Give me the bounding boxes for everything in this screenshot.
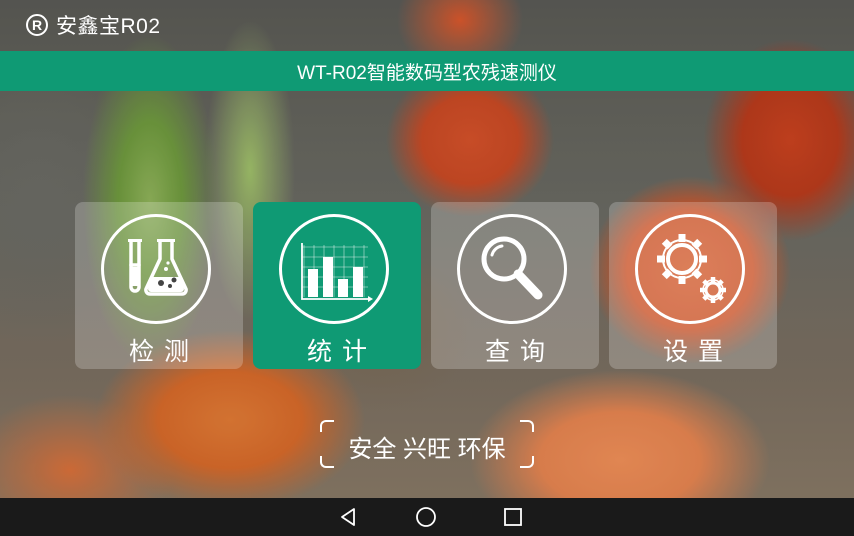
recents-icon[interactable] <box>498 503 528 531</box>
slogan-text: 安全 兴旺 环保 <box>348 436 506 463</box>
registered-icon: R <box>26 14 48 36</box>
menu-label: 设置 <box>662 338 733 366</box>
slogan: 安全 兴旺 环保 <box>320 420 534 468</box>
menu-label: 检测 <box>128 338 199 366</box>
home-icon[interactable] <box>411 503 441 531</box>
menu-tile-settings[interactable]: 设置 <box>609 202 777 369</box>
bar-chart-icon <box>279 214 389 324</box>
magnifier-icon <box>457 214 567 324</box>
test-tube-flask-icon <box>101 214 211 324</box>
back-icon[interactable] <box>333 503 363 531</box>
menu-tile-query[interactable]: 查询 <box>431 202 599 369</box>
menu-label: 统计 <box>306 338 377 366</box>
brand-name: 安鑫宝R02 <box>56 15 161 38</box>
menu-tile-statistics[interactable]: 统计 <box>253 202 421 369</box>
gears-icon <box>635 214 745 324</box>
brand-logo: R 安鑫宝R02 <box>26 12 161 38</box>
title-bar: WT-R02智能数码型农残速测仪 <box>0 51 854 91</box>
menu-tile-detect[interactable]: 检测 <box>75 202 243 369</box>
page-title: WT-R02智能数码型农残速测仪 <box>297 62 557 84</box>
system-navigation-bar <box>0 498 854 536</box>
menu-label: 查询 <box>484 338 555 366</box>
